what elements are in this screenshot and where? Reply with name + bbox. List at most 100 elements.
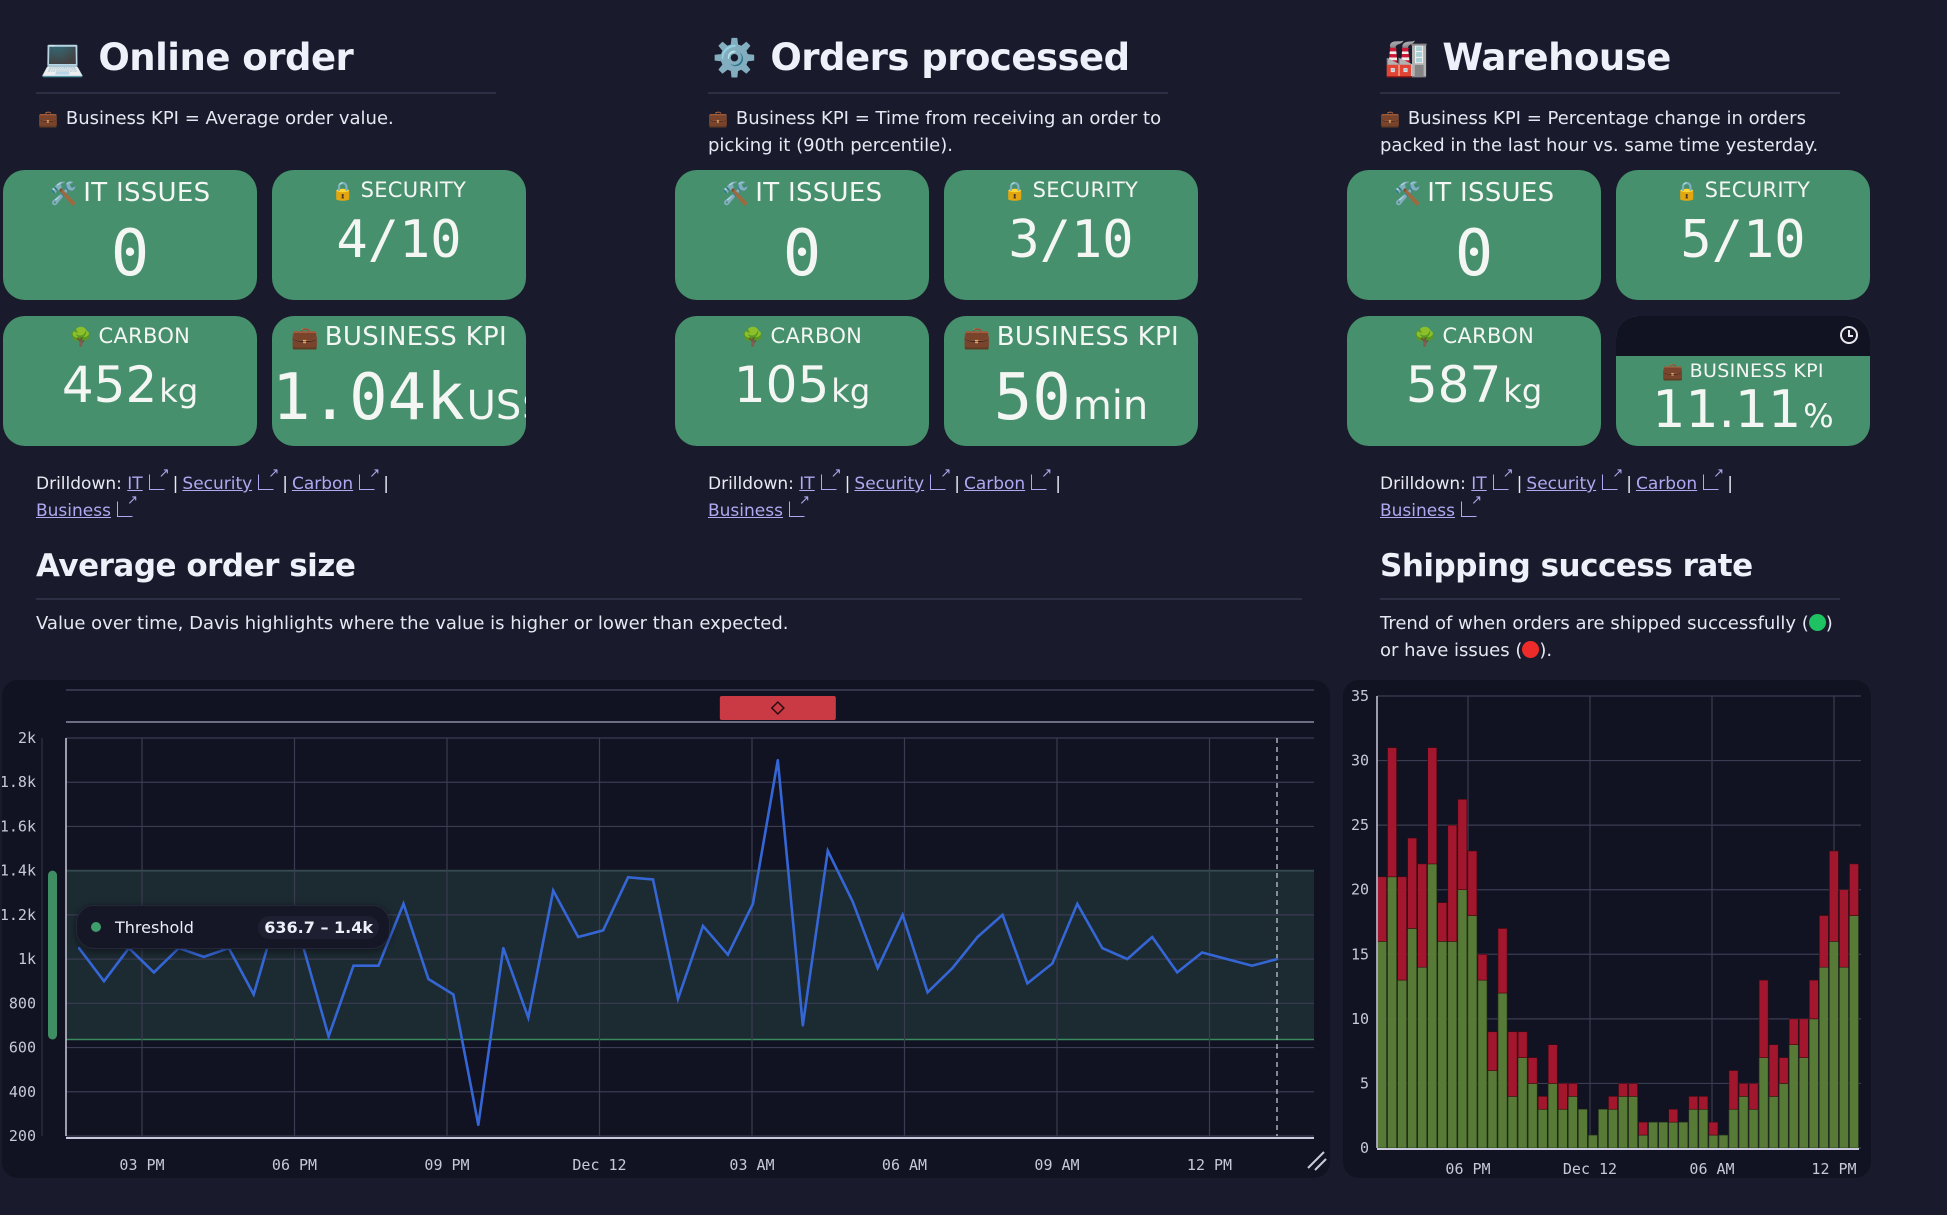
bar-issue[interactable] [1788,1018,1799,1045]
bar-issue[interactable] [1819,915,1829,968]
tile-carbon[interactable]: 🌳 CARBON 452kg [3,316,257,446]
bar-success[interactable] [1588,1134,1598,1149]
bar-issue[interactable] [1387,747,1397,878]
bar-issue[interactable] [1517,1031,1528,1058]
bar-success[interactable] [1808,1018,1819,1149]
bar-issue[interactable] [1497,928,1508,994]
tile-security[interactable]: 🔒 SECURITY 4/10 [272,170,526,300]
bar-issue[interactable] [1537,1096,1548,1110]
bar-success[interactable] [1447,941,1458,1149]
bar-issue[interactable] [1839,889,1849,968]
drilldown-link-business[interactable]: Business [1380,501,1455,521]
drilldown-link-carbon[interactable]: Carbon [292,474,353,494]
bar-issue[interactable] [1467,850,1478,916]
tile-it-issues[interactable]: 🛠️ IT ISSUES 0 [1347,170,1601,300]
bar-issue[interactable] [1477,953,1488,981]
bar-issue[interactable] [1507,1031,1518,1097]
bar-success[interactable] [1407,928,1417,1149]
bar-success[interactable] [1849,915,1859,1149]
bar-issue[interactable] [1778,1057,1789,1084]
bar-issue[interactable] [1487,1031,1498,1071]
bar-success[interactable] [1778,1083,1789,1149]
drilldown-link-business[interactable]: Business [36,501,111,521]
external-link-icon[interactable] [1460,496,1482,517]
external-link-icon[interactable] [1602,469,1623,490]
bar-success[interactable] [1748,1108,1759,1149]
bar-success[interactable] [1527,1083,1538,1149]
anomaly-marker[interactable] [719,696,836,720]
bar-issue[interactable] [1688,1096,1699,1110]
bar-success[interactable] [1648,1121,1658,1149]
external-link-icon[interactable] [116,496,138,517]
bar-success[interactable] [1829,941,1839,1149]
bar-success[interactable] [1728,1108,1739,1149]
bar-issue[interactable] [1768,1044,1779,1097]
bar-success[interactable] [1397,979,1407,1149]
bar-success[interactable] [1768,1096,1779,1149]
drilldown-link-security[interactable]: Security [182,474,252,494]
tile-it-issues[interactable]: 🛠️ IT ISSUES 0 [3,170,257,300]
clock-icon[interactable] [1840,326,1858,344]
bar-issue[interactable] [1567,1083,1578,1097]
shipping-bar-chart[interactable]: 0 5 10 15 20 25 30 35 06 PM Dec 12 06 AM 12 PM [1343,680,1871,1178]
bar-success[interactable] [1708,1134,1719,1149]
bar-success[interactable] [1517,1057,1528,1149]
bar-success[interactable] [1487,1070,1498,1149]
bar-success[interactable] [1628,1096,1638,1149]
external-link-icon[interactable] [148,469,170,490]
bar-success[interactable] [1427,863,1438,1149]
drilldown-link-it[interactable]: IT [1471,474,1486,494]
tile-it-issues[interactable]: 🛠️ IT ISSUES 0 [675,170,929,300]
bar-success[interactable] [1547,1083,1558,1149]
bar-success[interactable] [1467,915,1478,1149]
bar-issue[interactable] [1437,902,1448,942]
bar-success[interactable] [1718,1134,1729,1149]
bar-success[interactable] [1507,1096,1518,1149]
bar-success[interactable] [1698,1108,1709,1149]
bar-success[interactable] [1557,1108,1568,1149]
external-link-icon[interactable] [788,496,810,517]
bar-issue[interactable] [1447,824,1458,942]
tile-business-kpi[interactable]: 💼 BUSINESS KPI 11.11% [1616,316,1870,446]
bar-issue[interactable] [1527,1057,1538,1084]
bar-issue[interactable] [1798,1018,1809,1058]
bar-success[interactable] [1758,1057,1769,1149]
bar-success[interactable] [1638,1134,1648,1149]
bar-success[interactable] [1457,889,1468,1149]
bar-success[interactable] [1578,1108,1588,1149]
bar-issue[interactable] [1758,979,1769,1058]
drilldown-link-business[interactable]: Business [708,501,783,521]
bar-success[interactable] [1788,1044,1799,1149]
tile-business-kpi[interactable]: 💼BUSINESS KPI 1.04kUS$ [272,316,526,446]
bar-success[interactable] [1417,966,1428,1149]
tile-security[interactable]: 🔒 SECURITY 5/10 [1616,170,1870,300]
bar-success[interactable] [1497,992,1508,1149]
tile-carbon[interactable]: 🌳 CARBON 105kg [675,316,929,446]
bar-success[interactable] [1608,1108,1618,1149]
tile-security[interactable]: 🔒 SECURITY 3/10 [944,170,1198,300]
bar-success[interactable] [1618,1096,1628,1149]
drilldown-link-carbon[interactable]: Carbon [964,474,1025,494]
bar-issue[interactable] [1557,1083,1568,1110]
bar-success[interactable] [1678,1121,1689,1149]
bar-issue[interactable] [1407,837,1417,929]
bar-issue[interactable] [1628,1083,1638,1097]
tile-carbon[interactable]: 🌳 CARBON 587kg [1347,316,1601,446]
bar-success[interactable] [1477,979,1488,1149]
bar-issue[interactable] [1738,1083,1749,1097]
external-link-icon[interactable] [820,469,842,490]
external-link-icon[interactable] [1031,469,1052,490]
bar-issue[interactable] [1748,1083,1759,1110]
tile-business-kpi[interactable]: 💼 BUSINESS KPI 50min [944,316,1198,446]
bar-issue[interactable] [1397,876,1407,981]
drilldown-link-security[interactable]: Security [854,474,924,494]
bar-issue[interactable] [1638,1121,1648,1136]
bar-issue[interactable] [1808,979,1819,1020]
bar-issue[interactable] [1698,1096,1709,1110]
bar-success[interactable] [1668,1121,1679,1149]
bar-issue[interactable] [1849,863,1859,916]
drilldown-link-carbon[interactable]: Carbon [1636,474,1697,494]
external-link-icon[interactable] [1492,469,1514,490]
bar-issue[interactable] [1708,1121,1719,1136]
bar-success[interactable] [1688,1108,1699,1149]
